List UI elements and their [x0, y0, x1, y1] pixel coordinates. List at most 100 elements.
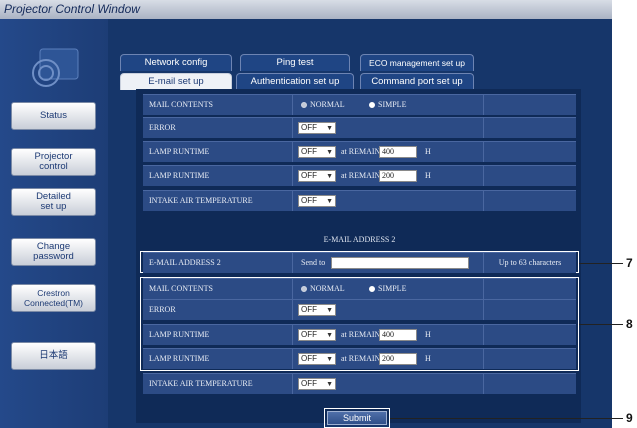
chevron-down-icon: ▼: [326, 307, 333, 314]
tab-authentication-setup[interactable]: Authentication set up: [236, 73, 354, 90]
tab-eco-management[interactable]: ECO management set up: [360, 54, 474, 71]
row-spacer: [483, 300, 576, 320]
mail-contents-row: MAIL CONTENTS NORMAL SIMPLE: [143, 278, 576, 299]
remain-label: at REMAIN: [341, 147, 381, 156]
nav-projector-control-button[interactable]: Projector control: [11, 148, 96, 176]
row-spacer: [483, 374, 576, 394]
callout-line-7: [579, 263, 623, 264]
lamp-runtime-row-2: LAMP RUNTIME OFF ▼ at REMAIN 200 H: [143, 348, 576, 369]
chevron-down-icon: ▼: [326, 356, 333, 363]
error-select-value: OFF: [301, 123, 317, 132]
chevron-down-icon: ▼: [326, 149, 333, 156]
chevron-down-icon: ▼: [326, 173, 333, 180]
lamp-runtime-label: LAMP RUNTIME: [143, 349, 293, 369]
tab-command-port-setup[interactable]: Command port set up: [360, 73, 474, 90]
tab-network-config[interactable]: Network config: [120, 54, 232, 71]
row-spacer: [483, 166, 576, 186]
email-address-2-input[interactable]: [331, 257, 469, 269]
remain-input[interactable]: 400: [379, 329, 417, 341]
row-spacer: [483, 191, 576, 211]
error-label: ERROR: [143, 118, 293, 138]
radio-normal[interactable]: [301, 102, 307, 108]
remain-label: at REMAIN: [341, 354, 381, 363]
lamp-runtime-select[interactable]: OFF ▼: [298, 146, 336, 158]
lamp-runtime-select[interactable]: OFF ▼: [298, 329, 336, 341]
nav-crestron-button[interactable]: Crestron Connected(TM): [11, 284, 96, 312]
remain-label: at REMAIN: [341, 171, 381, 180]
hours-unit: H: [425, 354, 431, 363]
email-address-2-label: E-MAIL ADDRESS 2: [143, 253, 293, 273]
radio-simple[interactable]: [369, 102, 375, 108]
mail-contents-label: MAIL CONTENTS: [143, 95, 293, 115]
projector-logo-icon: [32, 48, 79, 87]
row-spacer: [483, 95, 576, 115]
tab-email-setup[interactable]: E-mail set up: [120, 73, 232, 90]
chevron-down-icon: ▼: [326, 332, 333, 339]
radio-normal-label: NORMAL: [310, 100, 345, 109]
chevron-down-icon: ▼: [326, 125, 333, 132]
intake-air-temperature-select[interactable]: OFF ▼: [298, 195, 336, 207]
radio-simple-label: SIMPLE: [378, 284, 407, 293]
chevron-down-icon: ▼: [326, 198, 333, 205]
radio-normal[interactable]: [301, 286, 307, 292]
error-select-value: OFF: [301, 305, 317, 314]
intake-air-temperature-label: INTAKE AIR TEMPERATURE: [143, 191, 293, 211]
nav-detailed-setup-button[interactable]: Detailed set up: [11, 188, 96, 216]
error-row: ERROR OFF ▼: [143, 299, 576, 320]
lamp-runtime-select[interactable]: OFF ▼: [298, 353, 336, 365]
email-address-2-heading: E-MAIL ADDRESS 2: [323, 235, 396, 244]
callout-8: 8: [626, 317, 633, 331]
lamp-runtime-row-1: LAMP RUNTIME OFF ▼ at REMAIN 400 H: [143, 141, 576, 162]
callout-7: 7: [626, 256, 633, 270]
lamp-runtime-label: LAMP RUNTIME: [143, 166, 293, 186]
hours-unit: H: [425, 171, 431, 180]
remain-input[interactable]: 200: [379, 170, 417, 182]
mail-contents-label: MAIL CONTENTS: [143, 279, 293, 299]
mail-contents-row: MAIL CONTENTS NORMAL SIMPLE: [143, 94, 576, 115]
left-sidebar: Status Projector control Detailed set up…: [0, 19, 108, 428]
intake-select-value: OFF: [301, 379, 317, 388]
tab-ping-test[interactable]: Ping test: [240, 54, 350, 71]
lamp-runtime-select-value: OFF: [301, 354, 317, 363]
char-limit-hint: Up to 63 characters: [483, 253, 576, 273]
remain-input[interactable]: 400: [379, 146, 417, 158]
error-select[interactable]: OFF ▼: [298, 304, 336, 316]
radio-normal-label: NORMAL: [310, 284, 345, 293]
lamp-runtime-select[interactable]: OFF ▼: [298, 170, 336, 182]
lamp-runtime-select-value: OFF: [301, 147, 317, 156]
remain-label: at REMAIN: [341, 330, 381, 339]
callout-9: 9: [626, 411, 633, 425]
lamp-runtime-row-2: LAMP RUNTIME OFF ▼ at REMAIN 200 H: [143, 165, 576, 186]
hours-unit: H: [425, 147, 431, 156]
callout-line-8: [579, 324, 623, 325]
row-spacer: [483, 279, 576, 299]
window-title: Projector Control Window: [0, 0, 612, 19]
intake-air-temperature-select[interactable]: OFF ▼: [298, 378, 336, 390]
nav-japanese-button[interactable]: 日本語: [11, 342, 96, 370]
row-spacer: [483, 349, 576, 369]
radio-simple-label: SIMPLE: [378, 100, 407, 109]
error-row: ERROR OFF ▼: [143, 117, 576, 138]
intake-select-value: OFF: [301, 196, 317, 205]
intake-air-temperature-row: INTAKE AIR TEMPERATURE OFF ▼: [143, 373, 576, 394]
lamp-runtime-select-value: OFF: [301, 330, 317, 339]
send-to-label: Send to: [301, 258, 326, 267]
lamp-runtime-label: LAMP RUNTIME: [143, 325, 293, 345]
nav-status-button[interactable]: Status: [11, 102, 96, 130]
lamp-runtime-row-1: LAMP RUNTIME OFF ▼ at REMAIN 400 H: [143, 324, 576, 345]
row-spacer: [483, 142, 576, 162]
radio-simple[interactable]: [369, 286, 375, 292]
callout-line-9: [390, 418, 623, 419]
email-address-2-row: E-MAIL ADDRESS 2 Send to Up to 63 charac…: [143, 252, 576, 273]
chevron-down-icon: ▼: [326, 381, 333, 388]
lamp-runtime-select-value: OFF: [301, 171, 317, 180]
submit-button[interactable]: Submit: [327, 411, 387, 425]
error-select[interactable]: OFF ▼: [298, 122, 336, 134]
hours-unit: H: [425, 330, 431, 339]
lamp-runtime-label: LAMP RUNTIME: [143, 142, 293, 162]
row-spacer: [483, 325, 576, 345]
intake-air-temperature-row: INTAKE AIR TEMPERATURE OFF ▼: [143, 190, 576, 211]
error-label: ERROR: [143, 300, 293, 320]
remain-input[interactable]: 200: [379, 353, 417, 365]
nav-change-password-button[interactable]: Change password: [11, 238, 96, 266]
